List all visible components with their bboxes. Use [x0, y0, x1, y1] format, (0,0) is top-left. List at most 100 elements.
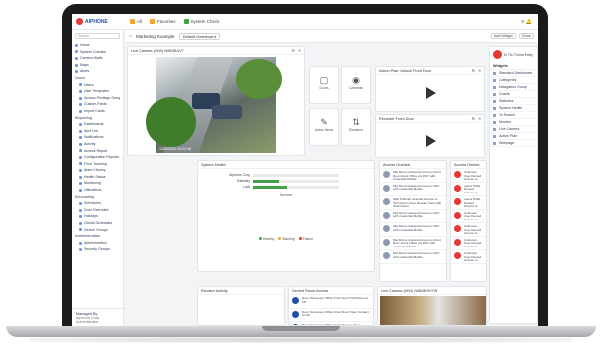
sidebar-item[interactable]: Users — [75, 82, 120, 89]
page-title: Marketing Example — [136, 33, 175, 39]
health-bar-track — [253, 179, 339, 183]
feed-item[interactable]: Unknown User Denied Access to Front Door… — [451, 169, 486, 183]
tile-elevators[interactable]: ⇅ Elevators — [341, 108, 371, 146]
feed-item[interactable]: Mia Ricca Granted Access to DS7 with cre… — [380, 183, 446, 196]
feed-item-text: Unknown User Denied Access to DS7 due to… — [464, 252, 482, 261]
elevator-activity-card: Elevator Activity — [197, 286, 285, 326]
nav-item-icon — [75, 70, 78, 74]
sidebar-item[interactable]: Scheduling — [75, 194, 120, 201]
sidebar-item[interactable]: Security Groups — [75, 246, 120, 253]
nav-item-icon — [79, 103, 82, 107]
widget-item[interactable]: Webpage — [490, 140, 537, 147]
widget-item[interactable]: To Search — [490, 112, 537, 119]
feed-item-text: Door Vancouver Office Front Door to Open — [302, 324, 361, 326]
topbar-button[interactable]: System Check — [183, 19, 220, 24]
sidebar-item[interactable]: Schedules — [75, 200, 120, 207]
clone-button[interactable]: Clone — [518, 33, 534, 39]
feed-item[interactable]: Mia Ricca Granted Access to DS7 with cre… — [380, 250, 446, 264]
close-icon[interactable]: ✕ — [478, 115, 481, 123]
sidebar-item[interactable]: Alarm History — [75, 167, 120, 174]
system-health-card: System Health Aiphone Corp Gateway Lock De… — [197, 160, 375, 272]
feed-item-text: Door Vancouver Office Front Door Open Co… — [302, 310, 369, 318]
dashboard-select[interactable]: Default Dashboard — [178, 32, 220, 40]
sidebar-item[interactable]: Activity — [75, 141, 120, 148]
play-icon[interactable] — [426, 87, 436, 99]
feed-item[interactable]: Laura Hollis Denied Access to Front Door… — [451, 183, 486, 196]
action-items-icon: ✎ — [320, 117, 328, 127]
sidebar-item[interactable]: Maps — [75, 62, 120, 69]
feed-item[interactable]: Door Vancouver Office Front Door Pull Bu… — [289, 295, 373, 309]
sidebar-item[interactable]: Notifications — [75, 134, 120, 141]
feed-item[interactable]: Mia Ricca Granted Access to Front Door I… — [380, 169, 446, 183]
health-filter[interactable]: Devices — [198, 193, 374, 197]
sidebar-item-label: Alarm History — [84, 168, 106, 173]
feed-item[interactable]: Door Vancouver Office Front Door to Open — [289, 322, 373, 326]
top-bar-menu[interactable]: ≡ 🔔 — [521, 19, 538, 25]
topbar-button[interactable]: Favorites — [150, 19, 176, 24]
widget-item[interactable]: Charts — [490, 91, 537, 98]
feed-item[interactable]: Unknown User Denied Access to DS7 due to… — [451, 223, 486, 237]
sidebar-item[interactable]: Home — [75, 42, 120, 49]
sidebar-item[interactable]: Administration — [75, 240, 120, 247]
feed-item[interactable]: Mia Ricca Granted Access to DS7 with cre… — [380, 210, 446, 223]
sidebar-item[interactable]: Administration — [75, 233, 120, 240]
tile-doors[interactable]: ▢ Doors — [309, 66, 339, 104]
sidebar-item[interactable]: Health Status — [75, 174, 120, 181]
settings-icon[interactable]: ⚙ — [291, 47, 294, 55]
feed-item[interactable]: Mia Ricca Granted Access to Front Door I… — [380, 237, 446, 250]
sidebar-item[interactable]: Import Cards — [75, 108, 120, 115]
feed-item[interactable]: Door Vancouver Office Front Door Open Co… — [289, 309, 373, 322]
sidebar-item[interactable]: Reporting — [75, 115, 120, 122]
widget-list: Standard Dashboard Categories Navigation G… — [490, 70, 537, 147]
sidebar-item[interactable]: User Templates — [75, 88, 120, 95]
feed-item[interactable]: Laura Hollis Denied Access to Front Door… — [451, 196, 486, 210]
sidebar-nav: Home System Checker Camera Walls Maps Alerts… — [75, 42, 120, 253]
topbar-button[interactable]: All — [130, 19, 142, 24]
add-widget-button[interactable]: Add Widget — [491, 33, 516, 39]
close-icon[interactable]: ✕ — [478, 67, 481, 75]
avatar[interactable] — [493, 50, 502, 59]
nav-item-icon — [79, 122, 82, 126]
settings-icon[interactable]: ⚙ — [471, 67, 474, 75]
sidebar-item[interactable]: Camera Walls — [75, 55, 120, 62]
feed-item[interactable]: Unknown User Denied Access to DS7 due to… — [451, 250, 486, 264]
recorder-title: Recorder Front Door — [379, 116, 414, 121]
health-row-label: Lock — [242, 185, 250, 189]
recent-access-title: Denied Room Access — [292, 288, 329, 293]
sidebar-item[interactable]: Holidays — [75, 213, 120, 220]
play-icon[interactable] — [426, 135, 436, 147]
sidebar-item[interactable]: Door Overrides — [75, 207, 120, 214]
sidebar-item[interactable]: Monitoring — [75, 180, 120, 187]
widget-item[interactable]: Navigation Group — [490, 84, 537, 91]
home-icon[interactable]: ⌂ — [129, 33, 132, 39]
sidebar-item[interactable]: Device Groups — [75, 227, 120, 234]
widgets-panel: N.T.N. Forms Entry Widgets Standard Dash… — [489, 46, 538, 324]
camera-feed-2[interactable] — [380, 296, 486, 325]
sidebar-item[interactable]: Global Schedules — [75, 220, 120, 227]
sidebar-item[interactable]: Access Report — [75, 148, 120, 155]
close-icon[interactable]: ✕ — [298, 47, 301, 55]
sidebar-footer[interactable]: Managed By Aiphone Corp Administrator — [72, 308, 123, 326]
feed-item[interactable]: Unknown User Denied Access to DS7 due to… — [451, 237, 486, 250]
tile-cameras[interactable]: ◉ Cameras — [341, 66, 371, 104]
feed-item-text: Unknown User Denied Access to Front Door… — [464, 211, 482, 221]
sidebar-item[interactable]: Alert List — [75, 128, 120, 135]
tile-action-items[interactable]: ✎ Action Items — [309, 108, 339, 146]
sidebar-item[interactable]: Floor Tracking — [75, 161, 120, 168]
sidebar-item[interactable]: Access Privilege Groups — [75, 95, 120, 102]
sidebar-item[interactable]: Users — [75, 75, 120, 82]
feed-item[interactable]: Matt Hollman Granted Access to Tech Demo… — [380, 196, 446, 210]
settings-icon[interactable]: ⚙ — [471, 115, 474, 123]
top-bar-buttons: All Favorites System Check — [130, 19, 220, 24]
sidebar-item[interactable]: System Checker — [75, 49, 120, 56]
sidebar-item[interactable]: Configuration Reports — [75, 154, 120, 161]
sidebar-item[interactable]: Utilizations — [75, 187, 120, 194]
sidebar-search-input[interactable]: Search — [75, 33, 120, 39]
sidebar-item[interactable]: Alerts — [75, 68, 120, 75]
sidebar-item[interactable]: Custom Fields — [75, 101, 120, 108]
feed-item[interactable]: Mia Ricca Granted Access to DS7 with cre… — [380, 223, 446, 237]
feed-item[interactable]: Unknown User Denied Access to Front Door… — [451, 210, 486, 223]
brand-logo[interactable]: AIPHONE — [72, 18, 124, 25]
camera-feed[interactable]: 12/04/2024 10:22:45 — [146, 57, 282, 153]
sidebar-item[interactable]: Dashboards — [75, 121, 120, 128]
